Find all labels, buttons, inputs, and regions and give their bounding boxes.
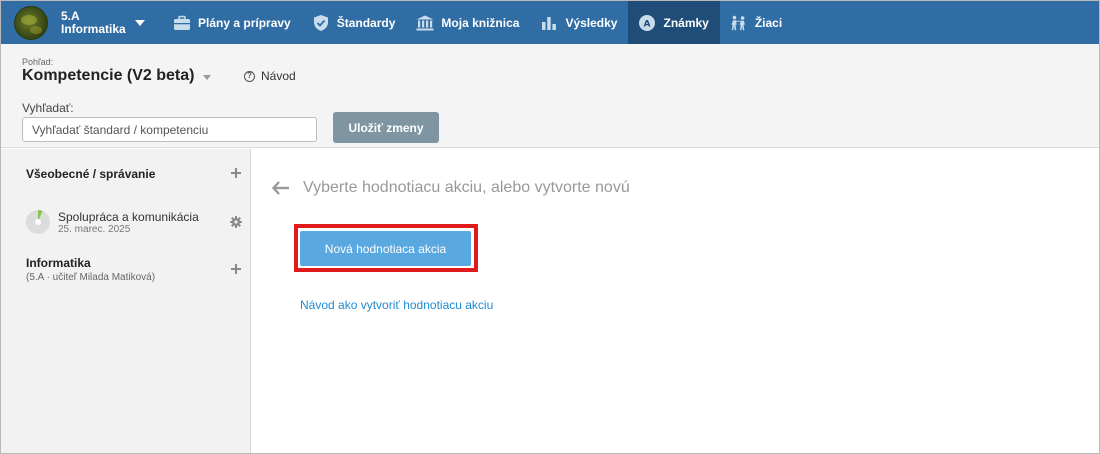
page-title: Vyberte hodnotiacu akciu, alebo vytvorte… [303,179,630,196]
nav-standards-label: Štandardy [336,15,396,30]
chevron-down-icon [203,74,212,80]
class-subject: Informatika [61,21,126,36]
shield-check-icon [312,14,330,32]
app-window: 5.A Informatika Plány a prípravy Štandar… [0,0,1100,454]
toolbar: Pohľad: Kompetencie (V2 beta) ? Návod Vy… [1,44,1099,148]
briefcase-icon [173,14,191,32]
chevron-down-icon [134,19,145,26]
nav-grades-label: Známky [663,15,709,30]
sidebar: Všeobecné / správanie Spolupráca a komun… [1,149,251,453]
svg-text:A: A [644,19,651,29]
sidebar-section-general[interactable]: Všeobecné / správanie [26,167,155,181]
main-content: Vyberte hodnotiacu akciu, alebo vytvorte… [252,149,1099,453]
competence-item[interactable]: Spolupráca a komunikácia 25. marec. 2025 [26,209,226,239]
search-label: Vyhľadať: [22,101,74,115]
top-navbar: 5.A Informatika Plány a prípravy Štandar… [1,1,1099,44]
library-icon [416,14,434,32]
sidebar-subject-title[interactable]: Informatika [26,256,91,270]
nav-standards[interactable]: Štandardy [302,1,407,44]
view-select[interactable]: Kompetencie (V2 beta) [22,67,212,85]
nav-library-label: Moja knižnica [441,15,520,30]
new-assessment-button[interactable]: Nová hodnotiaca akcia [300,231,471,266]
competence-name: Spolupráca a komunikácia [58,210,199,224]
class-name: 5.A [61,8,80,23]
sidebar-subject-subtitle: (5.A · učiteľ Milada Matiková) [26,272,156,283]
guide-label: Návod [261,69,296,83]
gear-icon[interactable] [230,215,242,228]
bar-chart-icon [540,14,558,32]
class-info: 5.A Informatika [61,8,126,36]
search-input[interactable] [22,117,317,142]
view-label: Pohľad: [22,57,54,67]
nav-grades[interactable]: A Známky [628,1,720,44]
class-switcher[interactable]: 5.A Informatika [1,1,163,44]
nav-students-label: Žiaci [754,15,783,30]
nav-plans-label: Plány a prípravy [198,15,291,30]
guide-link[interactable]: ? Návod [244,69,296,83]
plus-icon[interactable] [230,167,242,179]
save-changes-button[interactable]: Uložiť zmeny [333,112,439,143]
view-select-value: Kompetencie (V2 beta) [22,67,195,84]
arrow-left-icon[interactable] [271,181,290,195]
help-link[interactable]: Návod ako vytvoriť hodnotiacu akciu [300,298,493,312]
students-icon [730,14,748,32]
nav-students[interactable]: Žiaci [720,1,793,44]
progress-pie [26,210,50,234]
nav-library[interactable]: Moja knižnica [406,1,530,44]
competence-date: 25. marec. 2025 [58,224,131,235]
nav-plans[interactable]: Plány a prípravy [163,1,302,44]
grades-icon: A [638,14,656,32]
plus-icon[interactable] [230,263,242,275]
question-icon: ? [244,70,255,82]
nav-results-label: Výsledky [565,15,618,30]
nav-results[interactable]: Výsledky [530,1,628,44]
school-logo [14,5,48,40]
